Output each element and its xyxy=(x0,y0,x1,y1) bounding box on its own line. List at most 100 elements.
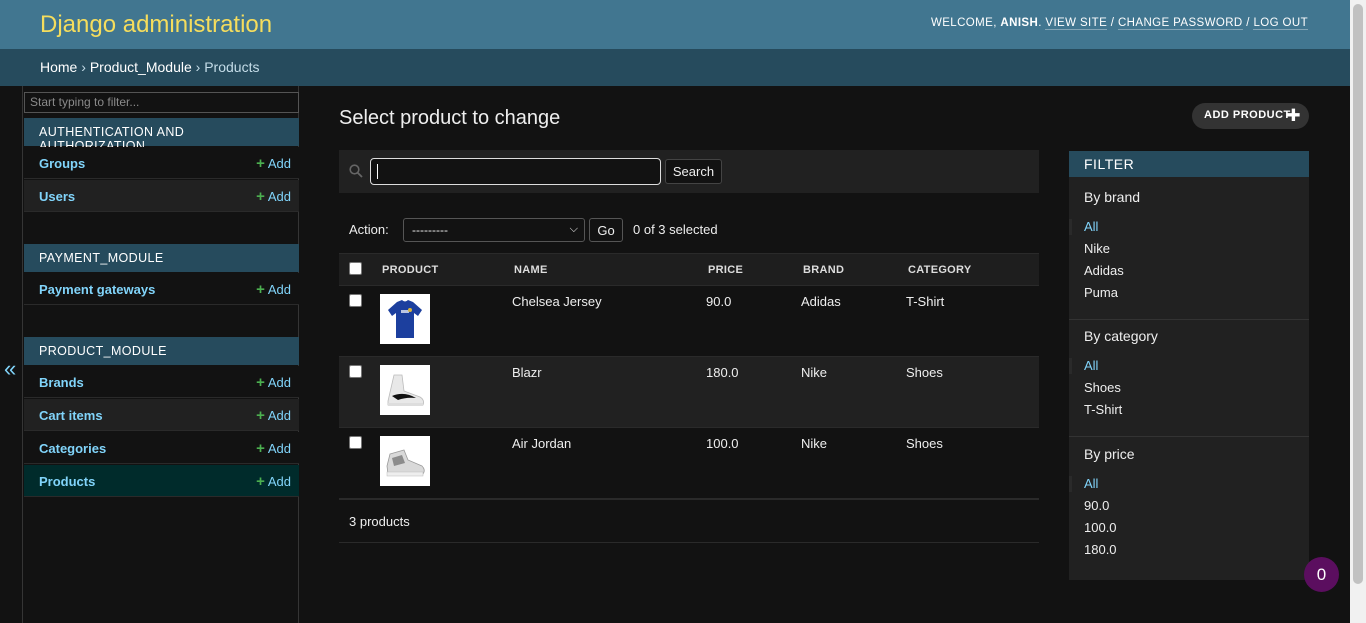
sidebar-item-products[interactable]: Products + Add xyxy=(24,465,299,497)
add-icon: + xyxy=(256,407,265,424)
filter-option[interactable]: Adidas xyxy=(1084,263,1124,278)
add-brands-link[interactable]: + Add xyxy=(256,374,291,391)
product-brand: Nike xyxy=(801,436,828,451)
search-toolbar: Search xyxy=(339,150,1039,193)
search-input[interactable] xyxy=(370,158,661,185)
filter-option[interactable]: All xyxy=(1084,358,1098,373)
filter-option[interactable]: 180.0 xyxy=(1084,542,1117,557)
filter-option[interactable]: 100.0 xyxy=(1084,520,1117,535)
product-price: 100.0 xyxy=(706,436,739,451)
go-button[interactable]: Go xyxy=(589,218,623,242)
add-groups-link[interactable]: + Add xyxy=(256,155,291,172)
sidebar-item-label[interactable]: Cart items xyxy=(39,408,103,423)
add-icon: + xyxy=(256,188,265,205)
sidebar-item-label[interactable]: Groups xyxy=(39,156,85,171)
row-checkbox[interactable] xyxy=(349,365,362,378)
table-row[interactable]: Chelsea Jersey 90.0 Adidas T-Shirt xyxy=(339,286,1039,357)
product-thumbnail-jersey[interactable] xyxy=(380,294,430,344)
column-header-price[interactable]: PRICE xyxy=(708,264,743,276)
app-caption-product[interactable]: PRODUCT_MODULE xyxy=(24,337,299,365)
add-categories-link[interactable]: + Add xyxy=(256,440,291,457)
filter-group-price-title: By price xyxy=(1084,446,1135,462)
breadcrumb-home[interactable]: Home xyxy=(40,59,77,75)
breadcrumb-app[interactable]: Product_Module xyxy=(90,59,192,75)
product-category: T-Shirt xyxy=(906,294,945,309)
table-row[interactable]: Air Jordan 100.0 Nike Shoes xyxy=(339,428,1039,499)
site-branding[interactable]: Django administration xyxy=(40,11,272,39)
app-caption-auth[interactable]: AUTHENTICATION AND AUTHORIZATION xyxy=(24,118,299,153)
column-header-category[interactable]: CATEGORY xyxy=(908,264,972,276)
header: Django administration WELCOME, ANISH. VI… xyxy=(0,0,1350,49)
row-checkbox[interactable] xyxy=(349,436,362,449)
filter-option[interactable]: T-Shirt xyxy=(1084,402,1122,417)
filter-divider xyxy=(1069,319,1309,320)
sidebar-item-label[interactable]: Payment gateways xyxy=(39,282,155,297)
sidebar-item-brands[interactable]: Brands + Add xyxy=(24,366,299,398)
add-users-link[interactable]: + Add xyxy=(256,188,291,205)
product-price: 180.0 xyxy=(706,365,739,380)
add-label: Add xyxy=(267,189,291,204)
change-password-link[interactable]: CHANGE PASSWORD xyxy=(1117,17,1243,30)
add-label: Add xyxy=(267,408,291,423)
filter-option[interactable]: Puma xyxy=(1084,285,1118,300)
row-checkbox[interactable] xyxy=(349,294,362,307)
add-product-label: ADD PRODUCT xyxy=(1204,109,1291,121)
search-button[interactable]: Search xyxy=(665,159,722,184)
plus-icon: ✚ xyxy=(1286,106,1301,125)
product-name[interactable]: Air Jordan xyxy=(512,436,571,451)
sidebar-item-label[interactable]: Brands xyxy=(39,375,84,390)
column-header-brand[interactable]: BRAND xyxy=(803,264,844,276)
sidebar-item-payment-gateways[interactable]: Payment gateways + Add xyxy=(24,273,299,305)
add-label: Add xyxy=(267,156,291,171)
add-label: Add xyxy=(267,375,291,390)
product-name[interactable]: Blazr xyxy=(512,365,542,380)
action-select[interactable]: --------- ⌵ xyxy=(403,218,585,242)
product-name[interactable]: Chelsea Jersey xyxy=(512,294,602,309)
add-products-link[interactable]: + Add xyxy=(256,473,291,490)
table-row[interactable]: Blazr 180.0 Nike Shoes xyxy=(339,357,1039,428)
user-tools: WELCOME, ANISH. VIEW SITE / CHANGE PASSW… xyxy=(930,17,1308,30)
sidebar-item-groups[interactable]: Groups + Add xyxy=(24,147,299,179)
page-title: Select product to change xyxy=(339,107,561,129)
notification-badge[interactable]: 0 xyxy=(1304,557,1339,592)
scrollbar-thumb[interactable] xyxy=(1353,4,1363,584)
filter-option[interactable]: All xyxy=(1084,219,1098,234)
product-thumbnail-blazr[interactable] xyxy=(380,365,430,415)
add-label: Add xyxy=(267,282,291,297)
selected-indicator xyxy=(1069,476,1072,492)
page-scrollbar[interactable] xyxy=(1350,0,1366,623)
log-out-link[interactable]: LOG OUT xyxy=(1253,17,1308,30)
sidebar-item-cart-items[interactable]: Cart items + Add xyxy=(24,399,299,431)
app-caption-payment[interactable]: PAYMENT_MODULE xyxy=(24,244,299,272)
sidebar-item-categories[interactable]: Categories + Add xyxy=(24,432,299,464)
select-all-checkbox[interactable] xyxy=(349,262,362,275)
filter-option[interactable]: All xyxy=(1084,476,1098,491)
nav-sidebar: Start typing to filter... AUTHENTICATION… xyxy=(22,86,299,623)
add-icon: + xyxy=(256,155,265,172)
separator: / xyxy=(1110,17,1115,29)
filter-group-category-title: By category xyxy=(1084,328,1158,344)
breadcrumb: Home › Product_Module › Products xyxy=(0,49,1350,86)
column-header-name[interactable]: NAME xyxy=(514,264,548,276)
sidebar-item-label[interactable]: Categories xyxy=(39,441,106,456)
selected-indicator xyxy=(1069,219,1072,235)
sidebar-item-users[interactable]: Users + Add xyxy=(24,180,299,212)
sidebar-item-label[interactable]: Products xyxy=(39,474,95,489)
view-site-link[interactable]: VIEW SITE xyxy=(1045,17,1108,30)
add-icon: + xyxy=(256,281,265,298)
sidebar-item-label[interactable]: Users xyxy=(39,189,75,204)
product-thumbnail-air-jordan[interactable] xyxy=(380,436,430,486)
table-header: PRODUCT NAME PRICE BRAND CATEGORY xyxy=(339,253,1039,286)
filter-option[interactable]: 90.0 xyxy=(1084,498,1109,513)
filter-option[interactable]: Nike xyxy=(1084,241,1110,256)
toggle-nav-sidebar-button[interactable]: « xyxy=(4,356,16,382)
actions-bar: Action: --------- ⌵ Go 0 of 3 selected xyxy=(339,210,1039,250)
add-label: Add xyxy=(267,441,291,456)
add-payment-gateways-link[interactable]: + Add xyxy=(256,281,291,298)
nav-filter-input[interactable]: Start typing to filter... xyxy=(24,92,299,113)
column-header-product[interactable]: PRODUCT xyxy=(382,264,439,276)
add-product-button[interactable]: ADD PRODUCT ✚ xyxy=(1192,103,1309,129)
welcome-text: WELCOME, xyxy=(930,17,997,29)
filter-option[interactable]: Shoes xyxy=(1084,380,1121,395)
add-cart-items-link[interactable]: + Add xyxy=(256,407,291,424)
